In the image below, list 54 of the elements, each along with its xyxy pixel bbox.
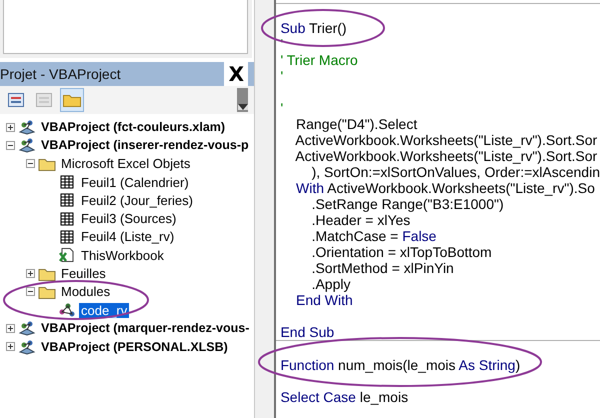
folder-toggle-button[interactable] xyxy=(60,88,84,112)
code-line: ActiveWorkbook.Worksheets("Liste_rv").Sort.Sor xyxy=(294,148,598,164)
tree-item[interactable]: Feuil1 (Calendrier) xyxy=(79,174,191,190)
project-icon xyxy=(18,137,36,154)
project-icon xyxy=(18,119,36,136)
project-icon xyxy=(18,320,36,336)
workbook-icon xyxy=(58,247,76,264)
code-line: .Orientation = xlTopToBottom xyxy=(310,244,492,260)
panel-title: Projet - VBAProject xyxy=(0,66,121,82)
tree-item[interactable]: Modules xyxy=(59,284,112,300)
tree-item[interactable]: ThisWorkbook xyxy=(79,248,166,263)
toolbar-scroll-button[interactable] xyxy=(237,88,248,112)
project-icon xyxy=(18,338,36,355)
tree-item[interactable]: Feuilles xyxy=(59,266,108,282)
close-button[interactable]: X xyxy=(224,62,248,86)
worksheet-icon xyxy=(58,174,76,190)
code-line: Sub Trier() xyxy=(280,20,347,36)
code-line: ' Trier Macro xyxy=(280,52,358,68)
worksheet-icon xyxy=(58,192,76,208)
tree-item[interactable]: VBAProject (fct-couleurs.xlam) xyxy=(39,120,228,134)
tree-item[interactable]: Feuil4 (Liste_rv) xyxy=(79,229,176,244)
expand-toggle[interactable] xyxy=(6,140,15,150)
module-icon xyxy=(58,302,76,318)
expand-toggle[interactable] xyxy=(26,159,35,168)
tree-item[interactable]: Microsoft Excel Objets xyxy=(59,156,192,172)
expand-toggle[interactable] xyxy=(6,342,15,352)
code-line: .SetRange Range("B3:E1000") xyxy=(310,196,504,212)
expand-toggle[interactable] xyxy=(26,269,35,278)
tree-item[interactable]: Feuil3 (Sources) xyxy=(79,211,178,226)
tree-item[interactable]: VBAProject (inserer-rendez-vous-p xyxy=(39,138,251,152)
worksheet-icon xyxy=(58,228,76,245)
tree-item[interactable]: code_rv xyxy=(79,302,130,318)
code-line: ), SortOn:=xlSortOnValues, Order:=xlAscendin xyxy=(310,164,600,180)
code-line: .Apply xyxy=(310,276,350,292)
code-line: ' xyxy=(280,100,284,116)
expand-toggle[interactable] xyxy=(26,287,35,296)
code-line: With ActiveWorkbook.Worksheets("Liste_rv").So xyxy=(295,180,595,196)
code-line: .SortMethod = xlPinYin xyxy=(310,260,454,276)
tree-item[interactable]: VBAProject (PERSONAL.XLSB) xyxy=(39,340,230,354)
expand-toggle[interactable] xyxy=(6,324,15,333)
code-line: End Sub xyxy=(280,324,334,340)
expand-toggle[interactable] xyxy=(6,122,15,132)
worksheet-icon xyxy=(58,210,76,227)
code-line: ActiveWorkbook.Worksheets("Liste_rv").Sort.Sor xyxy=(294,132,598,148)
code-line: .Header = xlYes xyxy=(310,212,410,228)
code-line: Function num_mois(le_mois As String) xyxy=(280,357,520,373)
caret-icon xyxy=(238,104,248,110)
code-line: .MatchCase = False xyxy=(310,228,436,244)
code-line: End With xyxy=(295,292,353,308)
code-line: ' xyxy=(280,68,284,84)
code-line: Select Case le_mois xyxy=(280,389,408,405)
code-line: Range("D4").Select xyxy=(295,116,418,132)
tree-item[interactable]: Feuil2 (Jour_feries) xyxy=(79,192,195,208)
tree-item[interactable]: VBAProject (marquer-rendez-vous- xyxy=(39,321,252,336)
